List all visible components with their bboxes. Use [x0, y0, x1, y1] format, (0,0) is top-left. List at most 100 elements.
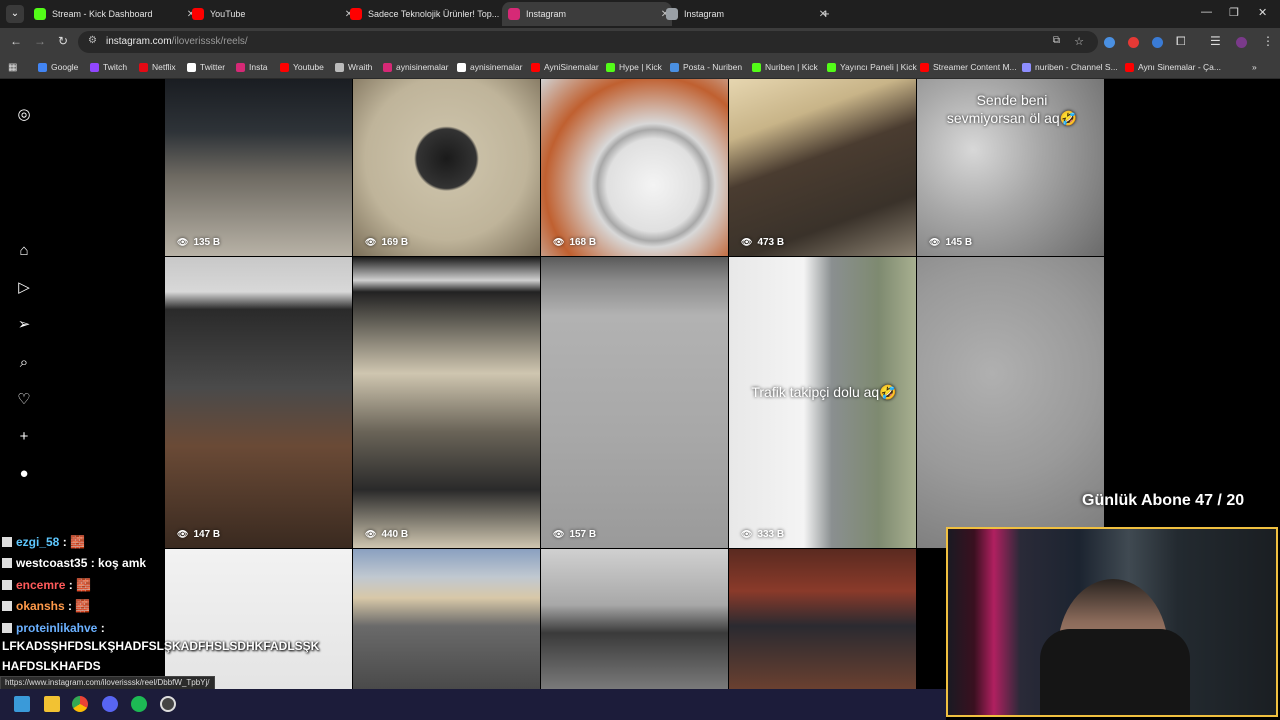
bookmark-favicon-icon: [187, 62, 196, 72]
bookmark-label: nuriben - Channel S...: [1035, 62, 1118, 72]
reel-thumbnail[interactable]: [165, 549, 352, 689]
extension-icon[interactable]: [1128, 37, 1139, 48]
chat-message: proteinlikahve :: [2, 621, 105, 635]
bookmark-favicon-icon: [38, 62, 47, 72]
messages-icon[interactable]: ➢: [14, 315, 34, 335]
bookmark-star-icon[interactable]: ☆: [1074, 35, 1084, 48]
bookmark-item[interactable]: Hype | Kick: [606, 60, 662, 74]
discord-icon[interactable]: [102, 696, 118, 712]
bookmark-item[interactable]: AyniSinemalar: [531, 60, 599, 74]
profile-avatar[interactable]: [1236, 37, 1247, 48]
bookmark-favicon-icon: [457, 62, 466, 72]
bookmark-item[interactable]: Google: [38, 60, 78, 74]
reading-list-icon[interactable]: ☰: [1210, 34, 1221, 48]
reel-thumbnail[interactable]: 👁 157 B: [541, 257, 728, 548]
menu-icon[interactable]: ⋮: [1262, 34, 1274, 48]
home-icon[interactable]: ⌂: [14, 241, 34, 261]
obs-icon[interactable]: [160, 696, 176, 712]
bookmark-label: Google: [51, 62, 79, 72]
bookmark-label: Nuriben | Kick: [765, 62, 818, 72]
reel-thumbnail[interactable]: [729, 549, 916, 689]
forward-icon[interactable]: →: [34, 34, 46, 48]
view-count: 👁 169 B: [365, 237, 408, 248]
reel-thumbnail[interactable]: 👁 169 B: [353, 79, 540, 256]
extensions-puzzle-icon[interactable]: ⧠: [1176, 34, 1186, 49]
reel-thumbnail[interactable]: [541, 549, 728, 689]
chrome-icon[interactable]: [72, 696, 88, 712]
chat-message: okanshs : 🧱: [2, 599, 90, 613]
minimize-icon[interactable]: —: [1201, 6, 1212, 18]
bookmark-favicon-icon: [920, 62, 929, 72]
eye-icon: 👁: [177, 529, 189, 539]
bookmark-label: Twitter: [200, 62, 226, 72]
instagram-icon[interactable]: ◎: [14, 105, 34, 125]
bookmark-item[interactable]: Twitch: [90, 60, 127, 74]
tab[interactable]: YouTube ✕: [186, 2, 356, 26]
file-explorer-icon[interactable]: [44, 696, 60, 712]
view-count-value: 157 B: [569, 529, 597, 540]
bookmark-label: Insta: [249, 62, 268, 72]
bookmark-item[interactable]: Insta: [236, 60, 267, 74]
tab[interactable]: Instagram ✕: [660, 2, 830, 26]
bookmark-label: aynisinemalar: [396, 62, 449, 72]
view-count: 👁 168 B: [553, 237, 596, 248]
chat-message: HAFDSLKHAFDS: [2, 659, 101, 673]
eye-icon: 👁: [365, 529, 377, 539]
tab-search-button[interactable]: ⌄: [6, 5, 24, 23]
extension-icon[interactable]: [1152, 37, 1163, 48]
back-icon[interactable]: ←: [10, 34, 22, 48]
apps-icon[interactable]: ▦: [8, 60, 17, 74]
close-window-icon[interactable]: ✕: [1258, 6, 1267, 19]
reel-thumbnail[interactable]: 👁 168 B: [541, 79, 728, 256]
bookmark-favicon-icon: [1125, 62, 1134, 72]
bookmark-item[interactable]: Twitter: [187, 60, 225, 74]
bookmark-item[interactable]: Wraith: [335, 60, 372, 74]
eye-icon: 👁: [177, 237, 189, 247]
reel-thumbnail[interactable]: 👁 135 B: [165, 79, 352, 256]
install-app-icon[interactable]: ⧉: [1053, 35, 1060, 46]
bookmark-item[interactable]: aynisinemalar: [457, 60, 522, 74]
bookmark-item[interactable]: Streamer Content M...: [920, 60, 1017, 74]
bookmark-item[interactable]: Yayıncı Paneli | Kick: [827, 60, 917, 74]
tab[interactable]: Sadece Teknolojik Ürünler! Top...✕: [344, 2, 514, 26]
reload-icon[interactable]: ↻: [58, 34, 68, 48]
bookmark-item[interactable]: Youtube: [280, 60, 324, 74]
bookmark-item[interactable]: Aynı Sinemalar - Ça...: [1125, 60, 1221, 74]
address-bar[interactable]: ⚙ instagram.com/iloverisssk/reels/ ⧉ ☆: [78, 31, 1098, 53]
profile-icon[interactable]: ●: [14, 464, 34, 484]
reel-thumbnail[interactable]: 👁 473 B: [729, 79, 916, 256]
chat-text: HAFDSLKHAFDS: [2, 659, 101, 673]
tab[interactable]: Stream - Kick Dashboard ✕: [28, 2, 198, 26]
more-bookmarks-icon[interactable]: »: [1252, 60, 1257, 74]
bookmark-label: Posta - Nuriben: [683, 62, 743, 72]
bookmark-favicon-icon: [236, 62, 245, 72]
restore-icon[interactable]: ❐: [1229, 6, 1239, 19]
notifications-icon[interactable]: ♡: [14, 390, 34, 410]
reel-thumbnail[interactable]: [917, 257, 1104, 548]
site-info-icon[interactable]: ⚙: [88, 35, 97, 46]
reels-icon[interactable]: ▷: [14, 278, 34, 298]
spotify-icon[interactable]: [131, 696, 147, 712]
bookmark-label: Streamer Content M...: [933, 62, 1017, 72]
reel-thumbnail[interactable]: Trafik takipçi dolu aq🤣 👁 333 B: [729, 257, 916, 548]
bookmark-item[interactable]: Netflix: [139, 60, 176, 74]
search-icon[interactable]: ⌕: [14, 353, 34, 373]
bookmark-item[interactable]: nuriben - Channel S...: [1022, 60, 1118, 74]
extension-icon[interactable]: [1104, 37, 1115, 48]
reel-thumbnail[interactable]: 👁 440 B: [353, 257, 540, 548]
bookmark-item[interactable]: Nuriben | Kick: [752, 60, 818, 74]
reel-thumbnail[interactable]: [353, 549, 540, 689]
tab[interactable]: Instagram ✕: [502, 2, 672, 26]
badge-icon: [2, 580, 12, 590]
reel-caption: Sende beni sevmiyorsan öl aq🤣: [946, 92, 1078, 126]
eye-icon: 👁: [741, 529, 753, 539]
bookmark-item[interactable]: Posta - Nuriben: [670, 60, 742, 74]
reel-thumbnail[interactable]: 👁 147 B: [165, 257, 352, 548]
start-icon[interactable]: [14, 696, 30, 712]
address-url[interactable]: instagram.com/iloverisssk/reels/: [106, 36, 248, 47]
new-tab-button[interactable]: +: [822, 6, 830, 21]
create-icon[interactable]: +: [14, 427, 34, 447]
bookmark-item[interactable]: aynisinemalar: [383, 60, 448, 74]
bookmark-favicon-icon: [139, 62, 148, 72]
reel-thumbnail[interactable]: Sende beni sevmiyorsan öl aq🤣 👁 145 B: [917, 79, 1104, 256]
